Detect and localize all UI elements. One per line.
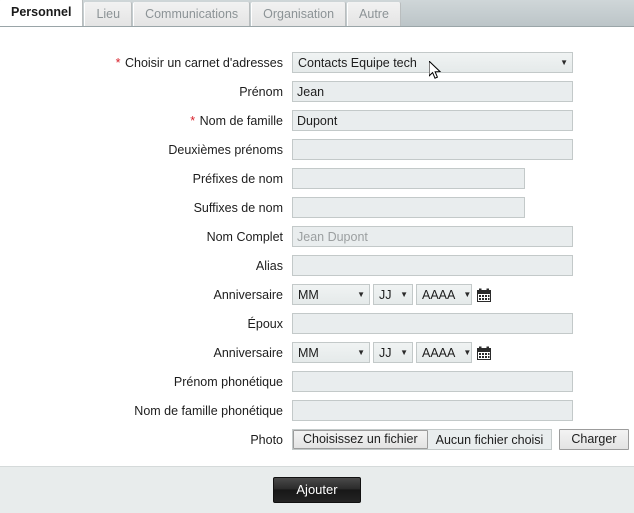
field-full-name (292, 226, 573, 247)
tab-communications-label: Communications (145, 7, 239, 21)
anniversary-month-value: MM (298, 345, 319, 360)
file-input-wrapper[interactable]: Choisissez un fichier Aucun fichier choi… (292, 429, 553, 450)
personal-info-form: * Choisir un carnet d'adresses Contacts … (0, 27, 634, 471)
birthday-year-select[interactable]: AAAA ▼ (416, 284, 472, 305)
label-phonetic-first-name: Prénom phonétique (173, 374, 283, 389)
middle-names-input[interactable] (292, 139, 573, 160)
add-contact-button[interactable]: Ajouter (273, 477, 361, 503)
field-middle-names (292, 139, 573, 160)
anniversary-year-value: AAAA (422, 345, 456, 360)
tab-organisation-label: Organisation (263, 7, 335, 21)
birthday-day-select[interactable]: JJ ▼ (373, 284, 413, 305)
tab-bar: Personnel Lieu Communications Organisati… (0, 0, 634, 27)
label-birthday: Anniversaire (213, 287, 283, 302)
first-name-input[interactable] (292, 81, 573, 102)
form-row-phonetic-last-name: Nom de famille phonétique (0, 396, 634, 425)
tab-personnel-label: Personnel (11, 5, 72, 19)
chevron-down-icon: ▼ (463, 347, 472, 357)
anniversary-year-select[interactable]: AAAA ▼ (416, 342, 472, 363)
field-photo: Choisissez un fichier Aucun fichier choi… (292, 429, 629, 450)
label-spouse: Époux (247, 316, 283, 331)
label-alias: Alias (255, 258, 283, 273)
birthday-year-value: AAAA (422, 287, 456, 302)
chevron-down-icon: ▼ (400, 289, 408, 299)
field-phonetic-first-name (292, 371, 573, 392)
anniversary-day-value: JJ (379, 345, 392, 360)
label-phonetic-last-name: Nom de famille phonétique (134, 403, 283, 418)
label-last-name-text: Nom de famille (199, 113, 283, 128)
field-birthday: MM ▼ JJ ▼ AAAA ▼ (292, 284, 491, 305)
last-name-input[interactable] (292, 110, 573, 131)
birthday-month-select[interactable]: MM ▼ (292, 284, 370, 305)
address-book-select[interactable]: Contacts Equipe tech ▼ (292, 52, 573, 73)
required-asterisk-icon: * (115, 55, 121, 70)
label-middle-names: Deuxièmes prénoms (168, 142, 283, 157)
upload-photo-button[interactable]: Charger (559, 429, 629, 450)
field-anniversary: MM ▼ JJ ▼ AAAA ▼ (292, 342, 491, 363)
form-row-spouse: Époux (0, 309, 634, 338)
name-prefixes-input[interactable] (292, 168, 525, 189)
anniversary-month-select[interactable]: MM ▼ (292, 342, 370, 363)
label-name-suffixes: Suffixes de nom (193, 200, 283, 215)
form-row-full-name: Nom Complet (0, 222, 634, 251)
tab-personnel[interactable]: Personnel (0, 0, 84, 26)
address-book-select-value: Contacts Equipe tech (298, 55, 417, 70)
label-anniversary: Anniversaire (213, 345, 283, 360)
chevron-down-icon: ▼ (400, 347, 408, 357)
alias-input[interactable] (292, 255, 573, 276)
tab-communications[interactable]: Communications (133, 2, 251, 26)
field-name-suffixes (292, 197, 525, 218)
field-spouse (292, 313, 573, 334)
chevron-down-icon: ▼ (357, 289, 365, 299)
form-row-alias: Alias (0, 251, 634, 280)
field-last-name (292, 110, 573, 131)
form-row-middle-names: Deuxièmes prénoms (0, 135, 634, 164)
form-row-birthday: Anniversaire MM ▼ JJ ▼ AAAA ▼ (0, 280, 634, 309)
field-phonetic-last-name (292, 400, 573, 421)
phonetic-first-name-input[interactable] (292, 371, 573, 392)
phonetic-last-name-input[interactable] (292, 400, 573, 421)
chevron-down-icon: ▼ (560, 57, 568, 67)
form-row-name-prefixes: Préfixes de nom (0, 164, 634, 193)
label-name-prefixes: Préfixes de nom (192, 171, 283, 186)
choose-file-button[interactable]: Choisissez un fichier (293, 430, 428, 449)
label-address-book: * Choisir un carnet d'adresses (0, 56, 292, 70)
chevron-down-icon: ▼ (463, 289, 472, 299)
form-footer: Ajouter (0, 466, 634, 513)
form-row-first-name: Prénom (0, 77, 634, 106)
label-address-book-text: Choisir un carnet d'adresses (124, 55, 283, 70)
chevron-down-icon: ▼ (357, 347, 365, 357)
spouse-input[interactable] (292, 313, 573, 334)
tab-organisation[interactable]: Organisation (251, 2, 347, 26)
form-row-last-name: * Nom de famille (0, 106, 634, 135)
tab-autre[interactable]: Autre (347, 2, 401, 26)
form-row-address-book: * Choisir un carnet d'adresses Contacts … (0, 48, 634, 77)
birthday-day-value: JJ (379, 287, 392, 302)
required-asterisk-icon: * (190, 113, 196, 128)
form-row-anniversary: Anniversaire MM ▼ JJ ▼ AAAA ▼ (0, 338, 634, 367)
calendar-icon[interactable] (477, 288, 491, 302)
field-name-prefixes (292, 168, 525, 189)
label-photo: Photo (250, 432, 283, 447)
birthday-month-value: MM (298, 287, 319, 302)
label-last-name: * Nom de famille (0, 114, 292, 128)
name-suffixes-input[interactable] (292, 197, 525, 218)
form-row-name-suffixes: Suffixes de nom (0, 193, 634, 222)
tab-lieu-label: Lieu (96, 7, 121, 21)
label-full-name: Nom Complet (206, 229, 283, 244)
selected-file-name: Aucun fichier choisi (435, 432, 544, 447)
anniversary-day-select[interactable]: JJ ▼ (373, 342, 413, 363)
form-row-photo: Photo Choisissez un fichier Aucun fichie… (0, 425, 634, 454)
tab-autre-label: Autre (359, 7, 389, 21)
field-address-book: Contacts Equipe tech ▼ (292, 52, 573, 73)
field-first-name (292, 81, 573, 102)
label-first-name: Prénom (239, 84, 283, 99)
form-row-phonetic-first-name: Prénom phonétique (0, 367, 634, 396)
field-alias (292, 255, 573, 276)
calendar-icon[interactable] (477, 346, 491, 360)
tab-lieu[interactable]: Lieu (84, 2, 133, 26)
full-name-input (292, 226, 573, 247)
